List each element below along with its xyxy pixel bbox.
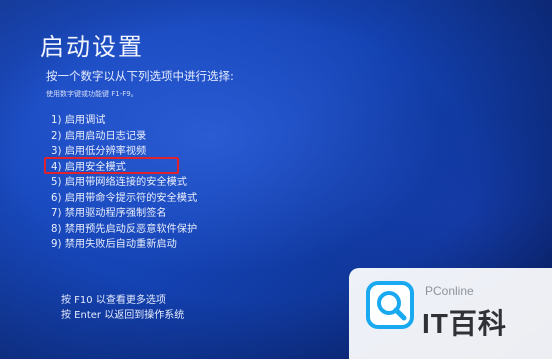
magnifier-logo-icon	[366, 281, 414, 329]
key-hint: 使用数字键或功能键 F1-F9。	[46, 90, 138, 98]
option-enable-safe-mode-command-prompt[interactable]: 6) 启用带命令提示符的安全模式	[51, 191, 197, 207]
option-disable-auto-restart-on-failure[interactable]: 9) 禁用失败后自动重新启动	[51, 237, 197, 253]
option-enable-boot-logging[interactable]: 2) 启用启动日志记录	[51, 129, 197, 145]
page-title: 启动设置	[40, 33, 144, 61]
selection-prompt: 按一个数字以从下列选项中进行选择:	[46, 69, 234, 83]
watermark-badge: PConline IT百科	[349, 268, 552, 359]
watermark-brand: PConline	[425, 284, 474, 298]
option-disable-early-launch-antimalware[interactable]: 8) 禁用预先启动反恶意软件保护	[51, 222, 197, 238]
startup-options-list: 1) 启用调试 2) 启用启动日志记录 3) 启用低分辨率视频 4) 启用安全模…	[51, 113, 197, 253]
option-disable-driver-signature-enforcement[interactable]: 7) 禁用驱动程序强制签名	[51, 206, 197, 222]
footer-instructions: 按 F10 以查看更多选项 按 Enter 以返回到操作系统	[61, 294, 184, 323]
footer-return-to-os: 按 Enter 以返回到操作系统	[61, 309, 185, 321]
option-enable-safe-mode-networking[interactable]: 5) 启用带网络连接的安全模式	[51, 175, 197, 191]
option-enable-debugging[interactable]: 1) 启用调试	[51, 113, 197, 129]
watermark-name: IT百科	[422, 308, 507, 339]
safe-mode-highlight-box	[44, 157, 179, 174]
footer-more-options: 按 F10 以查看更多选项	[61, 295, 166, 306]
